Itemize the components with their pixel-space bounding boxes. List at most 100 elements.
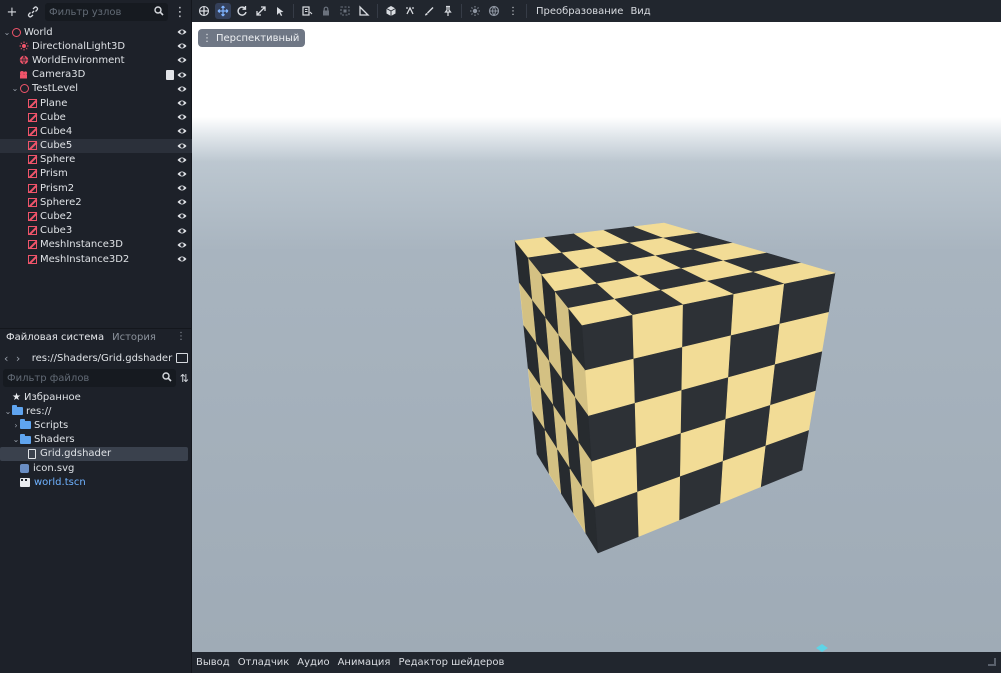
visibility-eye-icon[interactable]	[177, 155, 187, 165]
scene-node-row[interactable]: MeshInstance3D	[0, 238, 192, 252]
node-filter-input[interactable]	[45, 3, 168, 21]
file-filter-field[interactable]	[7, 372, 158, 384]
tab-filesystem[interactable]: Файловая система	[6, 332, 104, 343]
scene-node-row[interactable]: DirectionalLight3D	[0, 39, 192, 53]
sun-icon[interactable]	[467, 3, 483, 19]
node-filter-field[interactable]	[49, 6, 150, 18]
path-field[interactable]: res://Shaders/Grid.gdshader	[28, 349, 173, 367]
file-tree-row[interactable]: icon.svg	[0, 461, 192, 475]
transform-mode-icon[interactable]	[196, 3, 212, 19]
tab-shader-editor[interactable]: Редактор шейдеров	[398, 657, 504, 668]
file-tree-row[interactable]: › Scripts	[0, 418, 192, 432]
group-icon[interactable]	[337, 3, 353, 19]
script-icon[interactable]	[166, 69, 174, 80]
tab-audio[interactable]: Аудио	[297, 657, 329, 668]
file-tree-label: res://	[26, 405, 52, 417]
3d-viewport[interactable]: ⋮ Перспективный	[192, 22, 1001, 652]
snap-icon[interactable]	[402, 3, 418, 19]
visibility-eye-icon[interactable]	[177, 55, 187, 65]
back-icon[interactable]: ‹	[4, 352, 12, 365]
tab-history[interactable]: История	[112, 332, 156, 343]
menu-transform[interactable]: Преобразование	[536, 6, 623, 17]
visibility-eye-icon[interactable]	[177, 254, 187, 264]
file-filter-input[interactable]	[3, 369, 176, 387]
mesh-instance-icon	[27, 141, 37, 151]
file-tree-row[interactable]: ⌄ Shaders	[0, 433, 192, 447]
scene-node-row[interactable]: Sphere	[0, 153, 192, 167]
visibility-eye-icon[interactable]	[177, 183, 187, 193]
visibility-eye-icon[interactable]	[177, 141, 187, 151]
search-icon	[162, 371, 172, 385]
scene-node-row[interactable]: WorldEnvironment	[0, 53, 192, 67]
file-tree-row[interactable]: Grid.gdshader	[0, 446, 188, 461]
visibility-eye-icon[interactable]	[177, 169, 187, 179]
checkered-cube[interactable]	[192, 22, 1001, 652]
sort-icon[interactable]: ⇅	[180, 372, 189, 385]
select-mode-icon[interactable]	[272, 3, 288, 19]
menu-view[interactable]: Вид	[630, 6, 650, 17]
file-tree-row[interactable]: ⌄ res://	[0, 404, 192, 418]
move-mode-icon[interactable]	[215, 3, 231, 19]
tab-output[interactable]: Вывод	[196, 657, 230, 668]
shader-file-icon	[28, 448, 36, 459]
perspective-menu-button[interactable]: ⋮ Перспективный	[198, 29, 306, 47]
scene-node-row[interactable]: ⌄ World	[0, 25, 192, 39]
tab-debugger[interactable]: Отладчик	[238, 657, 290, 668]
pin-icon[interactable]	[440, 3, 456, 19]
list-select-icon[interactable]	[299, 3, 315, 19]
scene-node-row[interactable]: Cube	[0, 110, 192, 124]
ruler-icon[interactable]	[356, 3, 372, 19]
visibility-eye-icon[interactable]	[177, 112, 187, 122]
mesh-instance-icon	[27, 240, 37, 250]
link-icon[interactable]	[24, 3, 42, 21]
visibility-eye-icon[interactable]	[177, 84, 187, 94]
scene-node-label: Prism	[40, 168, 68, 180]
expand-arrow-icon[interactable]: ⌄	[11, 84, 19, 93]
bottom-panel-tabs: Вывод Отладчик Аудио Анимация Редактор ш…	[192, 652, 1001, 673]
file-tree-row[interactable]: world.tscn	[0, 475, 192, 489]
scene-node-row[interactable]: Cube4	[0, 124, 192, 138]
expand-arrow-icon[interactable]: ⌄	[3, 28, 11, 37]
scene-node-row[interactable]: Prism	[0, 167, 192, 181]
scene-node-row[interactable]: Cube3	[0, 224, 192, 238]
scene-node-row[interactable]: Plane	[0, 96, 192, 110]
resize-grip-icon[interactable]	[988, 658, 996, 666]
tab-animation[interactable]: Анимация	[338, 657, 391, 668]
visibility-eye-icon[interactable]	[177, 41, 187, 51]
visibility-eye-icon[interactable]	[177, 126, 187, 136]
scene-node-row[interactable]: Cube2	[0, 209, 192, 223]
kebab-menu-icon[interactable]: ⋮	[505, 3, 521, 19]
scene-node-row[interactable]: MeshInstance3D2	[0, 252, 192, 266]
expand-arrow-icon[interactable]: ⌄	[12, 435, 20, 444]
add-node-icon[interactable]: +	[3, 3, 21, 21]
visibility-eye-icon[interactable]	[177, 211, 187, 221]
kebab-menu-icon[interactable]: ⋮	[176, 331, 186, 342]
visibility-eye-icon[interactable]	[177, 27, 187, 37]
search-icon	[154, 5, 164, 19]
paint-icon[interactable]	[421, 3, 437, 19]
scale-mode-icon[interactable]	[253, 3, 269, 19]
scene-node-row[interactable]: Cube5	[0, 138, 192, 153]
mesh-instance-icon	[27, 112, 37, 122]
scene-node-row[interactable]: Camera3D	[0, 68, 192, 82]
file-tree-row[interactable]: ★ Избранное	[0, 390, 192, 404]
visibility-eye-icon[interactable]	[177, 226, 187, 236]
expand-arrow-icon[interactable]: ›	[12, 421, 20, 430]
visibility-eye-icon[interactable]	[177, 70, 187, 80]
lock-icon[interactable]	[318, 3, 334, 19]
scene-node-label: MeshInstance3D2	[40, 253, 130, 265]
rotate-mode-icon[interactable]	[234, 3, 250, 19]
visibility-eye-icon[interactable]	[177, 197, 187, 207]
local-space-icon[interactable]	[383, 3, 399, 19]
file-tree-label: Shaders	[34, 434, 75, 446]
visibility-eye-icon[interactable]	[177, 98, 187, 108]
scene-node-row[interactable]: Sphere2	[0, 195, 192, 209]
visibility-eye-icon[interactable]	[177, 240, 187, 250]
environment-icon[interactable]	[486, 3, 502, 19]
scene-node-row[interactable]: Prism2	[0, 181, 192, 195]
scene-node-row[interactable]: ⌄ TestLevel	[0, 82, 192, 96]
split-view-icon[interactable]	[176, 353, 188, 363]
expand-arrow-icon[interactable]: ⌄	[4, 407, 12, 416]
kebab-menu-icon[interactable]: ⋮	[171, 3, 189, 21]
forward-icon[interactable]: ›	[16, 352, 24, 365]
